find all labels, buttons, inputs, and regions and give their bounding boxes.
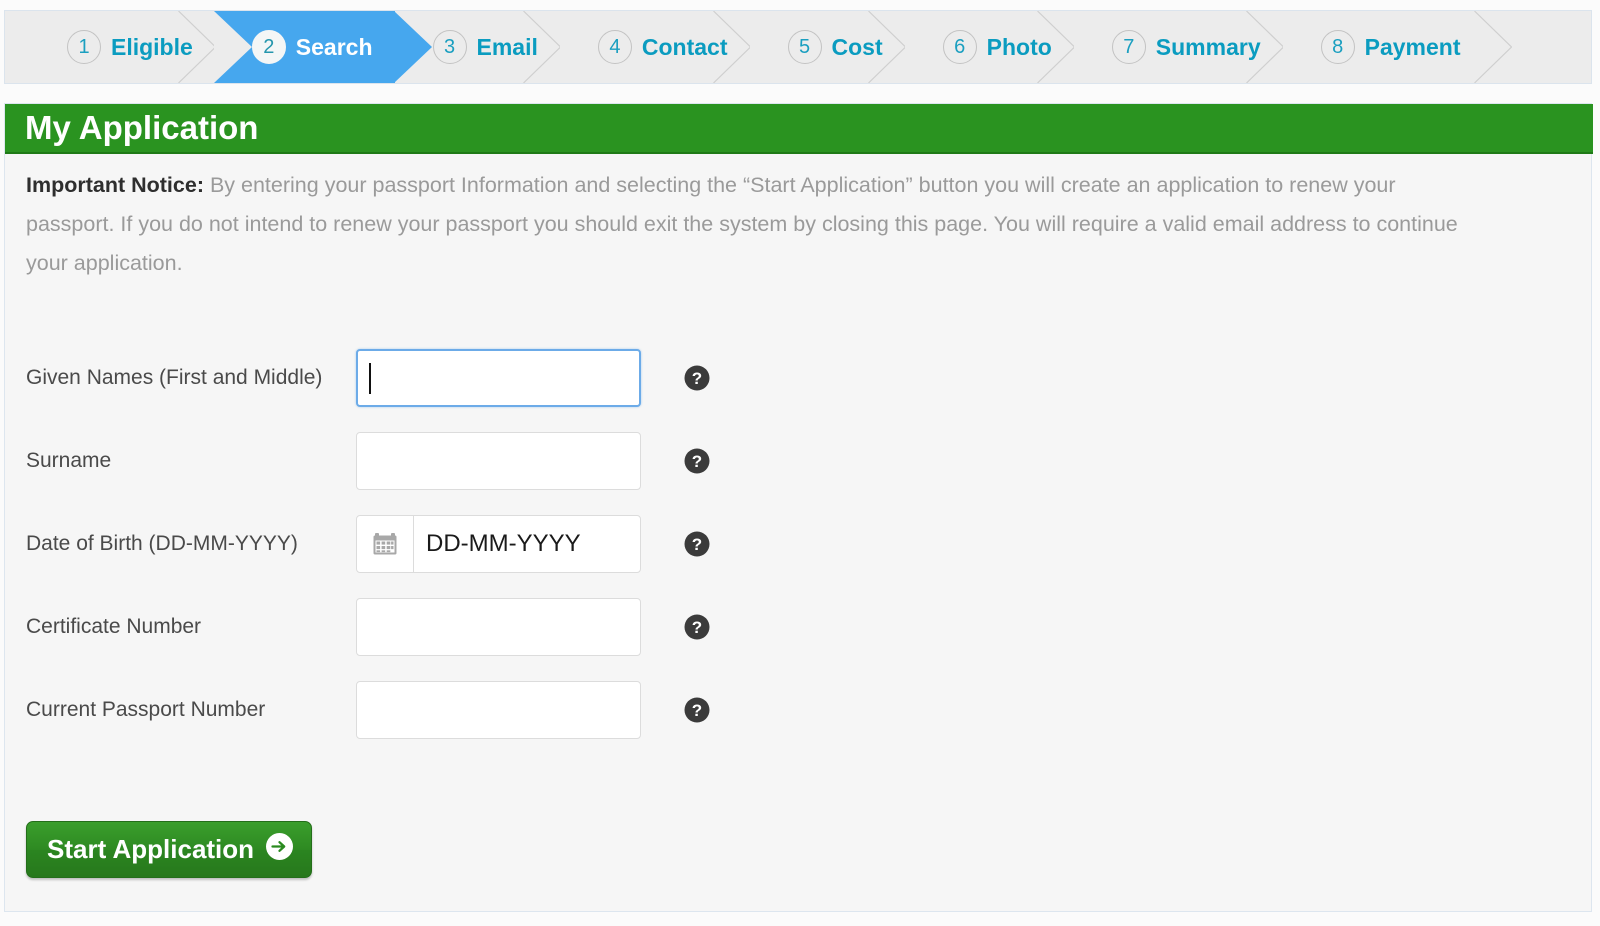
input-current-passport-number[interactable]	[357, 682, 640, 738]
stepper-active-left-notch	[213, 11, 252, 83]
stepper-step-number: 4	[597, 30, 632, 64]
important-notice: Important Notice: By entering your passp…	[26, 166, 1476, 283]
stepper-step-label: Search	[295, 33, 373, 60]
stepper-step-number: 1	[67, 30, 101, 64]
stepper-active-right-arrow	[393, 11, 432, 83]
svg-text:?: ?	[692, 618, 702, 637]
stepper-step-eligible[interactable]: 1 Eligible	[5, 11, 216, 83]
help-question-icon[interactable]: ?	[684, 365, 710, 391]
help-question-icon[interactable]: ?	[684, 697, 710, 723]
svg-text:?: ?	[692, 369, 702, 388]
stepper-step-label: Email	[476, 33, 538, 60]
stepper-step-cost[interactable]: 5 Cost	[749, 11, 906, 83]
help-question-icon[interactable]: ?	[684, 448, 710, 474]
field-input-wrapper[interactable]	[356, 349, 641, 407]
stepper-step-summary[interactable]: 7 Summary	[1073, 11, 1284, 83]
stepper-step-label: Contact	[641, 33, 728, 60]
stepper-step-number: 2	[251, 30, 286, 64]
stepper-step-label: Payment	[1364, 33, 1461, 60]
page-title: My Application	[25, 109, 259, 146]
stepper-step-label: Photo	[986, 33, 1052, 60]
stepper-step-number: 7	[1111, 30, 1146, 64]
progress-stepper: 1 Eligible 2 Search 3 Email 4 Contact 5 Cost 6 Phot…	[4, 10, 1592, 84]
input-given-names-first-and-middle[interactable]	[358, 351, 639, 405]
form-row: Surname?	[26, 432, 726, 515]
calendar-icon[interactable]	[357, 516, 414, 572]
field-input-wrapper[interactable]	[356, 515, 641, 573]
svg-text:?: ?	[692, 535, 702, 554]
form-row: Given Names (First and Middle)?	[26, 349, 726, 432]
stepper-step-payment[interactable]: 8 Payment	[1282, 11, 1512, 83]
passport-search-form: Given Names (First and Middle)? Surname? D…	[26, 349, 726, 764]
field-label: Surname	[26, 449, 112, 472]
input-certificate-number[interactable]	[357, 599, 640, 655]
input-date-of-birth-dd-mm-yyyy[interactable]	[414, 516, 640, 572]
svg-text:?: ?	[692, 452, 702, 471]
field-label: Date of Birth (DD-MM-YYYY)	[26, 532, 298, 555]
arrow-right-circle-icon	[266, 832, 294, 867]
form-row: Certificate Number?	[26, 598, 726, 681]
svg-text:?: ?	[692, 701, 702, 720]
stepper-step-search[interactable]: 2 Search	[213, 11, 432, 83]
stepper-step-number: 3	[432, 30, 467, 64]
stepper-steps: 1 Eligible 2 Search 3 Email 4 Contact 5 Cost 6 Phot…	[5, 11, 1591, 83]
form-row: Current Passport Number?	[26, 681, 726, 764]
notice-text: By entering your passport Information an…	[26, 173, 1458, 275]
help-question-icon[interactable]: ?	[684, 531, 710, 557]
form-row: Date of Birth (DD-MM-YYYY)?	[26, 515, 726, 598]
stepper-step-contact[interactable]: 4 Contact	[559, 11, 751, 83]
stepper-step-label: Eligible	[111, 33, 193, 60]
field-input-wrapper[interactable]	[356, 598, 641, 656]
stepper-step-number: 6	[942, 30, 977, 64]
stepper-step-number: 5	[787, 30, 822, 64]
notice-label: Important Notice:	[26, 173, 204, 197]
stepper-step-photo[interactable]: 6 Photo	[904, 11, 1075, 83]
stepper-step-label: Summary	[1155, 33, 1261, 60]
field-label: Given Names (First and Middle)	[26, 366, 323, 389]
field-label: Certificate Number	[26, 615, 202, 638]
field-input-wrapper[interactable]	[356, 432, 641, 490]
field-input-wrapper[interactable]	[356, 681, 641, 739]
stepper-divider-chevron	[1473, 11, 1512, 83]
text-cursor	[369, 363, 371, 394]
application-panel: My Application Important Notice: By ente…	[4, 103, 1593, 912]
input-surname[interactable]	[357, 433, 640, 489]
help-question-icon[interactable]: ?	[684, 614, 710, 640]
field-label: Current Passport Number	[26, 698, 266, 721]
stepper-step-number: 8	[1320, 30, 1355, 64]
application-header-bar: My Application	[5, 104, 1593, 154]
start-application-label: Start Application	[47, 834, 255, 864]
start-application-button[interactable]: Start Application	[26, 821, 313, 878]
stepper-step-label: Cost	[831, 33, 883, 60]
